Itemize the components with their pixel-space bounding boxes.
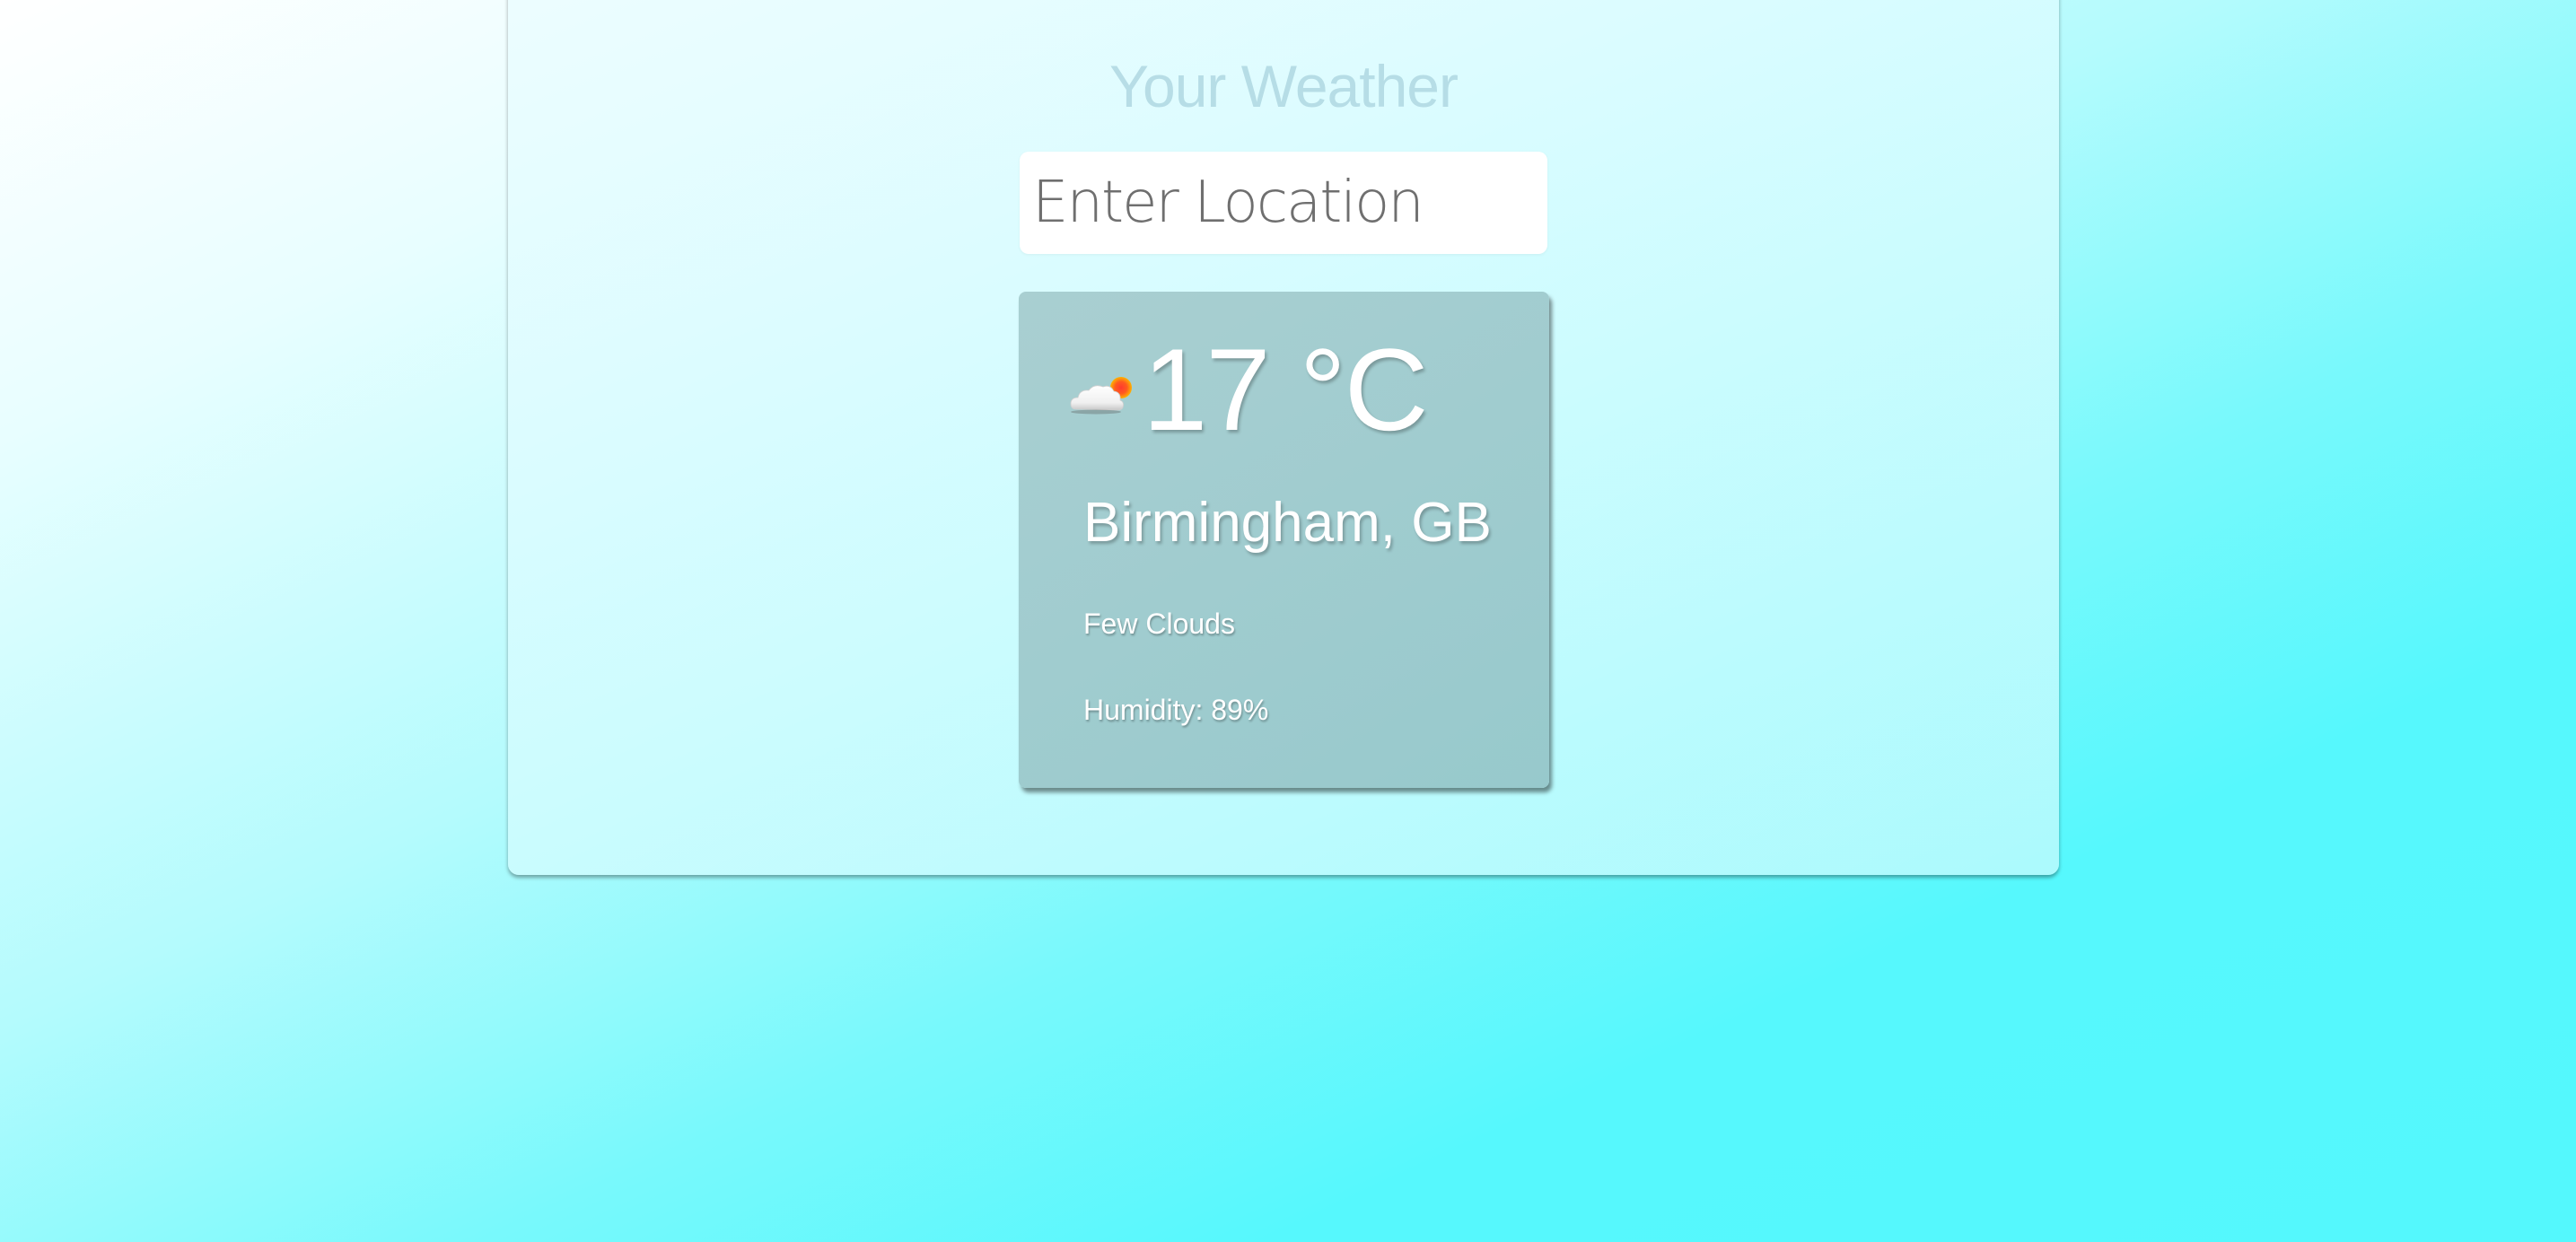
weather-description: Few Clouds (1083, 608, 1235, 640)
location-name: Birmingham, GB (1083, 492, 1492, 554)
humidity: Humidity: 89% (1083, 694, 1268, 727)
page-title: Your Weather (1109, 53, 1459, 119)
few-clouds-day-icon (1070, 377, 1132, 415)
temperature-row: 17 °C (1067, 324, 1429, 455)
humidity-value: 89% (1211, 694, 1269, 726)
temperature-value: 17 °C (1143, 324, 1429, 455)
humidity-label: Humidity: (1083, 694, 1204, 726)
weather-card: 17 °C Birmingham, GB Few Clouds Humidity… (1019, 292, 1549, 788)
location-search-input[interactable] (1020, 152, 1547, 254)
